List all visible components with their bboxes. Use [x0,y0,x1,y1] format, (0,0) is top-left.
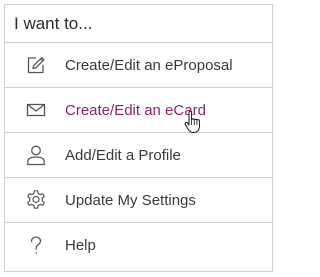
pencil-square-icon [25,54,47,76]
menu-item-label: Update My Settings [65,191,196,209]
menu-item-add-edit-profile[interactable]: Add/Edit a Profile [5,133,272,178]
question-mark-icon [25,235,47,257]
i-want-to-menu: I want to... Create/Edit an eProposal Cr… [4,4,273,272]
menu-item-help[interactable]: Help [5,223,272,268]
menu-item-label: Create/Edit an eProposal [65,56,233,74]
menu-header: I want to... [5,5,272,43]
menu-item-create-edit-ecard[interactable]: Create/Edit an eCard [5,88,272,133]
menu-item-create-edit-eproposal[interactable]: Create/Edit an eProposal [5,43,272,88]
person-icon [25,144,47,166]
menu-item-update-my-settings[interactable]: Update My Settings [5,178,272,223]
menu-item-label: Add/Edit a Profile [65,146,181,164]
hand-pointer-cursor-icon [184,111,200,133]
menu-item-label: Help [65,237,96,254]
gear-icon [25,189,47,211]
envelope-icon [25,99,47,121]
